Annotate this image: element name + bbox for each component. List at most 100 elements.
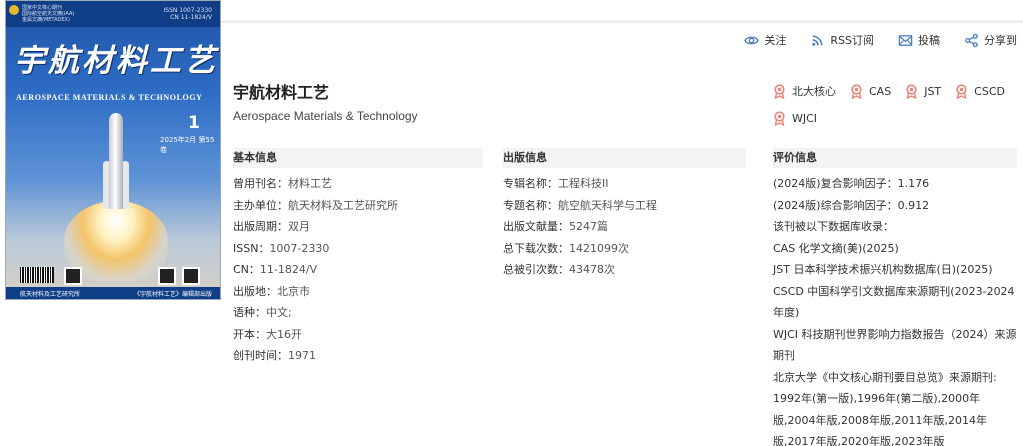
submit-button[interactable]: 投稿 [898,32,940,48]
cover-qr-code [64,267,82,285]
info-key: ISSN： [233,241,270,255]
share-label: 分享到 [984,34,1017,47]
cover-title-cn: 宇航材料工艺 [14,43,218,79]
eval-row: WJCI 科技期刊世界影响力指数报告（2024）来源期刊 [773,327,1017,363]
info-row: 总下载次数：1421099次 [503,238,746,260]
badge-label: WJCI [792,112,818,125]
info-row: 专题名称：航空航天科学与工程 [503,195,746,217]
info-key: 创刊时间： [233,349,288,362]
info-row: 出版地：北京市 [233,281,483,303]
cover-title-en: AEROSPACE MATERIALS & TECHNOLOGY [16,93,203,102]
info-value: 43478次 [569,263,615,276]
eye-icon [744,36,760,44]
eval-row: 1992年(第一版),1996年(第二版),2000年版,2004年版,2008… [773,392,987,446]
rss-icon [812,35,823,46]
journal-info-panel: 关注 RSS订阅 投稿 分享到 宇航材料工艺 Aerospace Materia… [221,22,1023,446]
submit-label: 投稿 [918,34,940,47]
info-value: 中文; [266,306,292,319]
evaluation-info-section: 评价信息 (2024版)复合影响因子：1.176 (2024版)综合影响因子：0… [773,148,1017,446]
badge-jst[interactable]: JST [905,83,941,99]
info-key: 主办单位： [233,198,288,212]
follow-button[interactable]: 关注 [744,32,786,48]
badge-cscd[interactable]: CSCD [955,83,1005,99]
info-value: 工程科技II [558,177,609,190]
action-toolbar: 关注 RSS订阅 投稿 分享到 [744,32,1017,48]
info-value: 1421099次 [569,241,629,255]
award-ribbon-icon [851,83,862,99]
badge-wjci[interactable]: WJCI [773,111,817,126]
award-ribbon-icon [774,111,785,126]
info-key: CN： [233,263,260,276]
info-value: 材料工艺 [288,177,332,190]
award-ribbon-icon [774,83,785,99]
info-row: 出版周期：双月 [233,216,483,238]
cover-qr-code [182,267,200,285]
eval-row: (2024版)复合影响因子：1.176 [773,177,930,190]
envelope-icon [898,34,913,46]
info-key: 出版文献量： [503,220,569,233]
info-key: 出版地： [233,284,277,298]
info-row: ISSN：1007-2330 [233,238,483,260]
eval-row: JST 日本科学技术振兴机构数据库(日)(2025) [773,263,993,276]
badge-label: CSCD [974,84,1005,98]
rss-label: RSS订阅 [830,34,874,47]
info-row: 专辑名称：工程科技II [503,173,746,195]
info-value: 大16开 [266,327,302,341]
indexing-badges: 北大核心 CAS JST CSCD WJCI [773,83,1023,126]
rocket-booster [122,161,129,209]
share-button[interactable]: 分享到 [964,32,1017,48]
cover-barcode [20,267,54,283]
publish-info-section: 出版信息 专辑名称：工程科技II 专题名称：航空航天科学与工程 出版文献量：52… [503,148,746,281]
cover-index-lines: 国家中文核心期刊 国际航空航天文摘(IAA) 金属文摘(METADEX) [22,5,75,23]
journal-title: 宇航材料工艺 [233,83,330,102]
badge-label: CAS [869,84,892,98]
info-key: 出版周期： [233,220,288,233]
info-key: 总被引次数： [503,263,569,276]
journal-cover-image: 国家中文核心期刊 国际航空航天文摘(IAA) 金属文摘(METADEX) ISS… [5,0,221,300]
badge-label: 北大核心 [792,85,836,98]
info-key: 语种： [233,306,266,319]
info-value: 航天材料及工艺研究所 [288,198,398,212]
info-key: 曾用刊名： [233,177,288,190]
cover-publisher: 航天材料及工艺研究所 [20,291,81,298]
rocket-illustration [109,113,123,209]
info-value: 11-1824/V [259,263,318,276]
cover-issn: ISSN 1007-2330 CN 11-1824/V [163,7,213,21]
info-key: 专题名称： [503,198,558,212]
basic-info-section: 基本信息 曾用刊名：材料工艺 主办单位：航天材料及工艺研究所 出版周期：双月 I… [233,148,483,367]
section-heading: 出版信息 [503,148,746,168]
info-value: 1971 [288,349,316,362]
info-row: CN：11-1824/V [233,259,483,281]
info-key: 专辑名称： [503,177,558,190]
award-ribbon-icon [906,83,917,99]
info-value: 航空航天科学与工程 [558,198,657,212]
info-row: 开本：大16开 [233,324,483,346]
info-value: 1007-2330 [269,241,330,255]
follow-label: 关注 [764,34,787,47]
info-value: 北京市 [277,284,310,298]
badge-cas[interactable]: CAS [850,83,891,99]
info-row: 曾用刊名：材料工艺 [233,173,483,195]
section-heading: 基本信息 [233,148,483,168]
share-icon [965,33,978,47]
info-row: 创刊时间：1971 [233,345,483,367]
info-key: 开本： [233,327,266,341]
cover-publisher-right: 《宇航材料工艺》编辑部出版 [133,291,212,298]
eval-row: (2024版)综合影响因子：0.912 [773,198,930,212]
eval-row: 北京大学《中文核心期刊要目总览》来源期刊: [773,370,997,384]
badge-label: JST [924,84,942,98]
info-value: 双月 [288,220,310,233]
badge-pku-core[interactable]: 北大核心 [773,83,836,99]
award-ribbon-icon [956,83,967,99]
cover-issue-date: 2025年2月 第55卷 [160,136,215,154]
info-row: 语种：中文; [233,302,483,324]
rss-button[interactable]: RSS订阅 [810,32,874,48]
info-row: 总被引次数：43478次 [503,259,746,281]
journal-title-en: Aerospace Materials & Technology [233,109,418,123]
eval-row: CAS 化学文摘(美)(2025) [773,241,899,255]
eval-row: CSCD 中国科学引文数据库来源期刊(2023-2024年度) [773,284,1015,320]
info-row: 主办单位：航天材料及工艺研究所 [233,195,483,217]
info-value: 5247篇 [569,220,608,233]
section-heading: 评价信息 [773,148,1017,168]
info-key: 总下载次数： [503,241,569,255]
